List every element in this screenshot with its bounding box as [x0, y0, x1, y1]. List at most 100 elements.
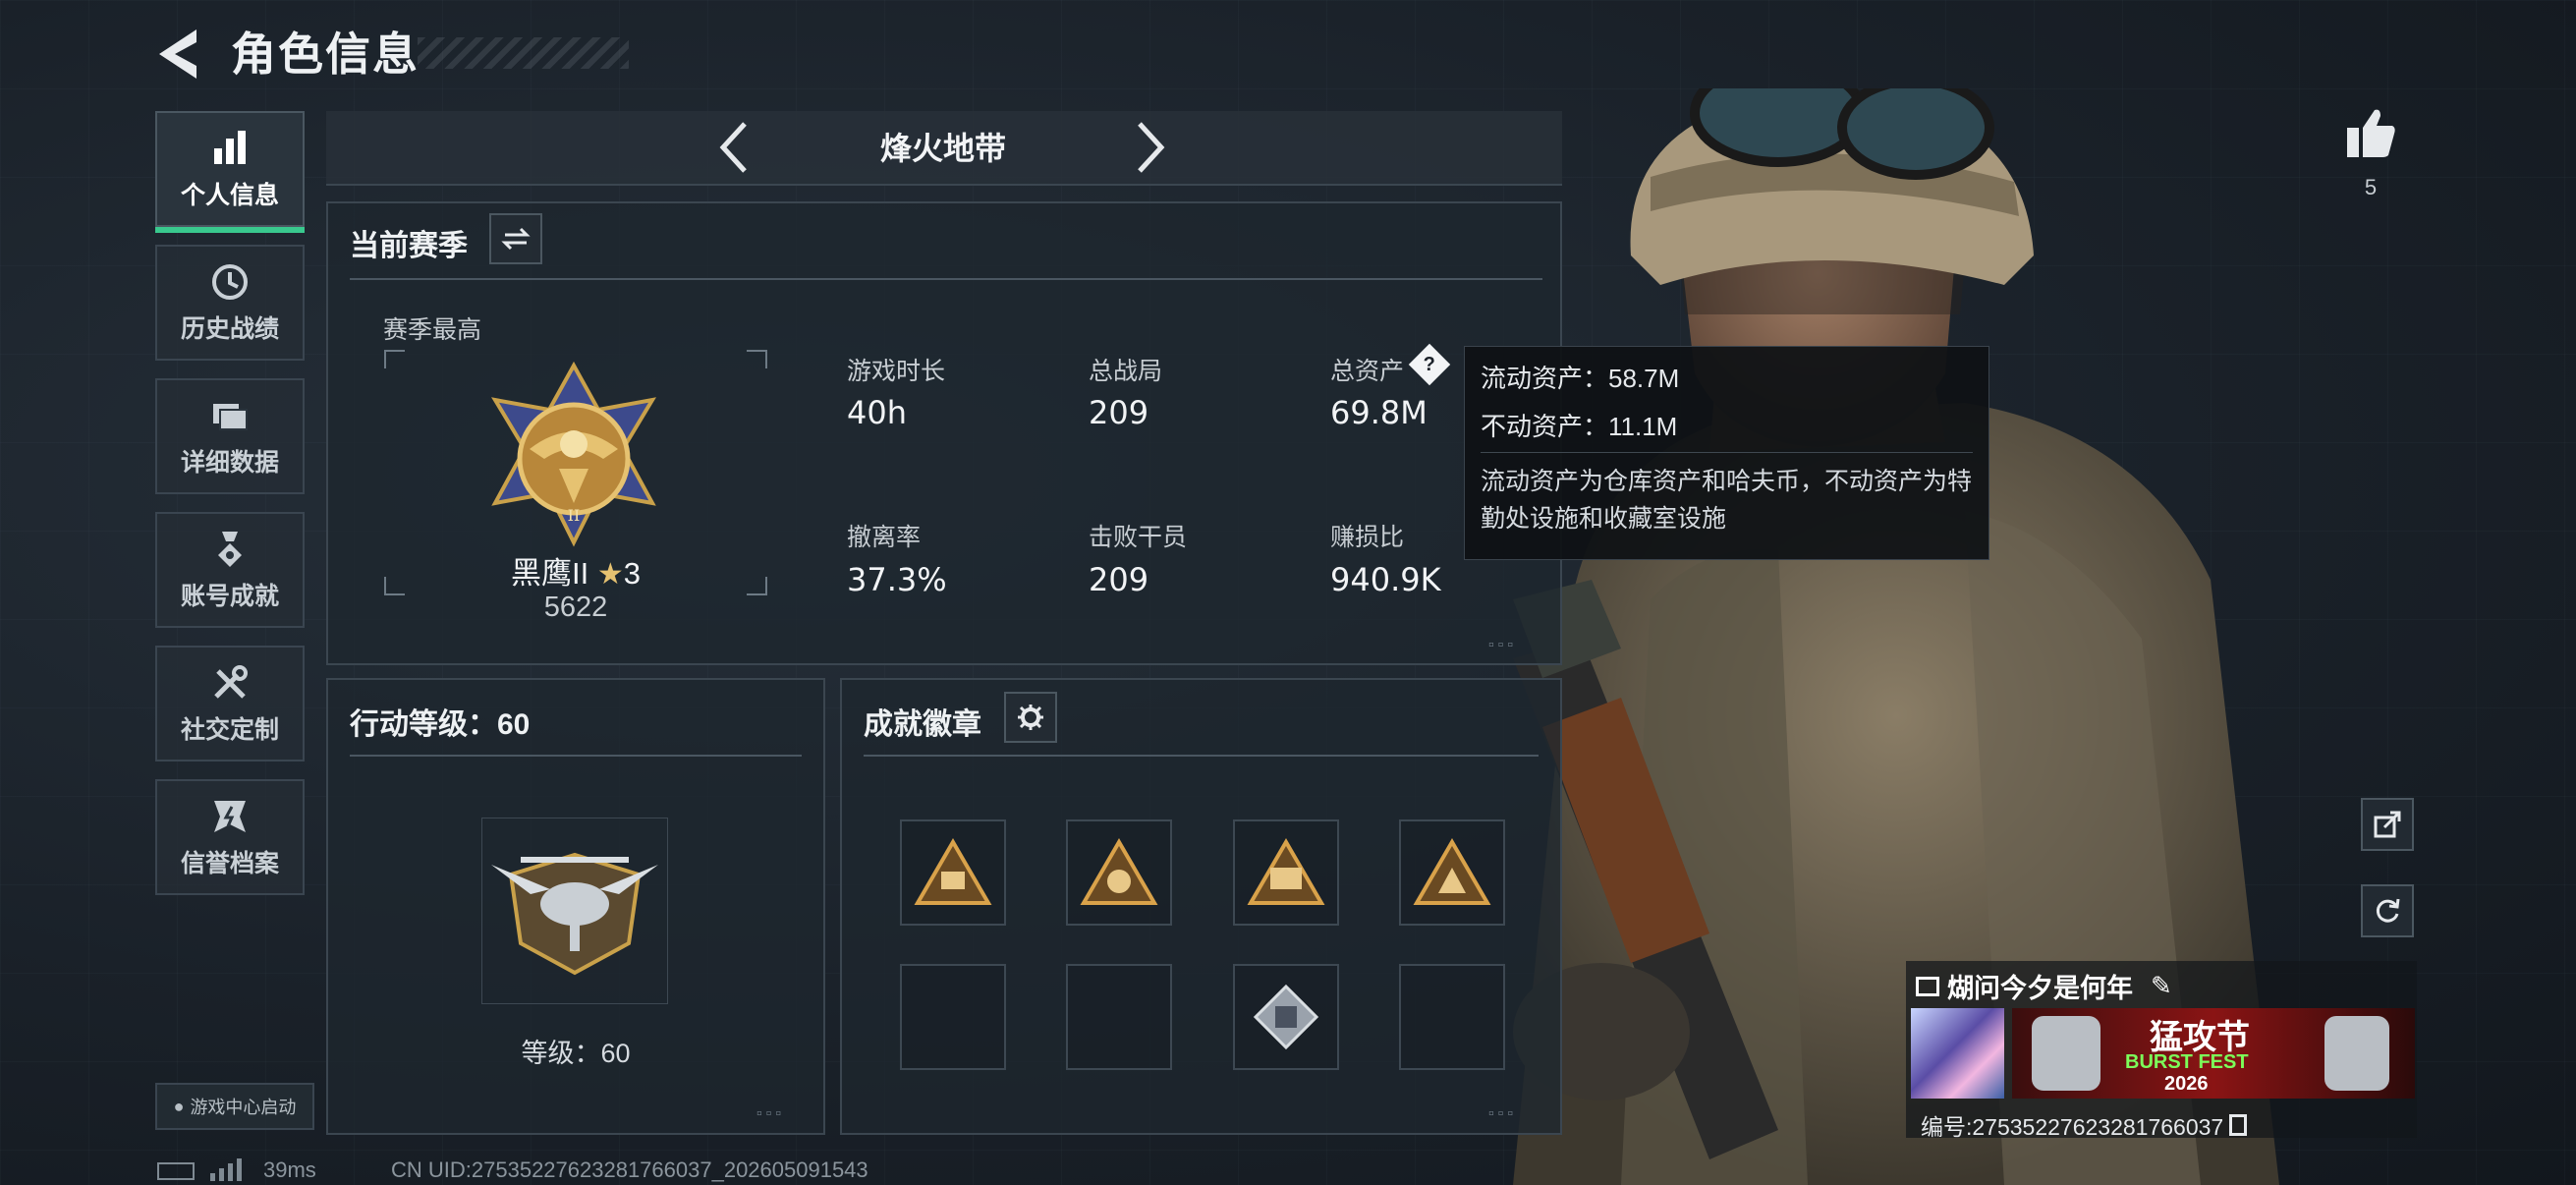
rank-name-row: 黑鹰II ★3	[383, 548, 768, 592]
event-banner[interactable]: 猛攻节 BURST FEST 2026	[2012, 1008, 2415, 1099]
qq-penguin-icon: ●	[173, 1096, 185, 1116]
achievements-divider	[864, 755, 1539, 757]
sidebar-item-label: 个人信息	[180, 182, 279, 209]
history-icon	[208, 260, 252, 304]
copy-icon[interactable]	[2229, 1114, 2248, 1136]
stat-label: 赚损比	[1330, 524, 1405, 551]
cn-uid: CN UID:2753522762328176603​7_20260509154…	[391, 1157, 868, 1182]
dog-tag-icon	[2032, 1016, 2100, 1091]
tooltip-liquid-assets: 流动资产：58.7M	[1481, 364, 1680, 393]
rank-medal-icon: II	[491, 361, 656, 547]
stat-value: 69.8M	[1330, 394, 1428, 431]
sidebar-item-achievements[interactable]: 账号成就	[155, 512, 305, 628]
achievement-badge-slot[interactable]	[900, 964, 1006, 1070]
level-label: 等级：60	[521, 1039, 631, 1068]
refresh-icon	[2376, 898, 2400, 923]
stat-value: 37.3%	[847, 561, 947, 598]
svg-text:II: II	[568, 506, 581, 525]
star-icon: ★	[596, 558, 624, 591]
triangle-badge-icon	[914, 838, 992, 905]
panel-corner-marks: ▫▫▫	[1488, 1105, 1518, 1122]
triangle-badge-icon	[1080, 838, 1158, 905]
mode-next-icon[interactable]	[1130, 120, 1169, 175]
sidebar-item-label: 详细数据	[180, 449, 279, 477]
page-title: 角色信息	[231, 28, 420, 80]
diamond-badge-icon	[1253, 984, 1319, 1050]
signal-icon	[210, 1157, 250, 1181]
gear-icon	[1018, 705, 1043, 730]
achievement-badge-slot[interactable]	[1399, 819, 1505, 926]
achievement-badge-slot[interactable]	[1066, 964, 1172, 1070]
sidebar-item-label: 信誉档案	[180, 850, 279, 877]
action-level-title: 行动等级：60	[350, 708, 531, 741]
asset-tooltip: 流动资产：58.7M 不动资产：11.1M 流动资产为仓库资产和哈夫币，不动资产…	[1464, 346, 1989, 560]
sidebar-item-history[interactable]: 历史战绩	[155, 245, 305, 361]
tooltip-divider	[1481, 452, 1973, 453]
stat-label: 总资产	[1330, 358, 1405, 385]
back-arrow-icon[interactable]	[147, 22, 216, 86]
swap-icon	[501, 227, 531, 251]
sidebar-item-label: 社交定制	[180, 716, 279, 744]
season-divider	[350, 278, 1542, 280]
rank-score: 5622	[543, 592, 608, 623]
tooltip-fixed-assets: 不动资产：11.1M	[1481, 412, 1678, 441]
sidebar-item-credit[interactable]: 信誉档案	[155, 779, 305, 895]
thumbs-up-icon[interactable]	[2343, 106, 2398, 161]
stat-label: 击败干员	[1089, 524, 1188, 551]
sidebar-item-profile[interactable]: 个人信息	[155, 111, 305, 233]
achievement-badge-slot[interactable]	[1233, 964, 1339, 1070]
bar-chart-icon	[208, 127, 252, 170]
medal-icon	[208, 528, 252, 571]
tooltip-note: 流动资产为仓库资产和哈夫币，不动资产为特勤处设施和收藏室设施	[1481, 468, 1973, 533]
player-name-row: 煳问今夕是何年 ✎	[1916, 967, 2172, 1005]
sidebar-item-label: 账号成就	[180, 583, 279, 610]
stat-label: 撤离率	[847, 524, 922, 551]
sidebar-item-details[interactable]: 详细数据	[155, 378, 305, 494]
banner-year: 2026	[2164, 1073, 2209, 1095]
player-id-row: 编号:2753522762328176603​7	[1921, 1108, 2248, 1142]
player-id: 编号:2753522762328176603​7	[1921, 1114, 2224, 1140]
achievements-title: 成就徽章	[864, 708, 981, 741]
sidebar-item-label: 历史战绩	[180, 315, 279, 343]
season-title: 当前赛季	[350, 230, 468, 262]
title-decoration	[418, 37, 629, 69]
likes-count: 5	[2364, 175, 2378, 199]
stat-value: 940.9K	[1330, 561, 1441, 598]
avatar[interactable]	[1911, 1008, 2004, 1099]
player-name: 煳问今夕是何年	[1947, 974, 2133, 1003]
credit-icon	[208, 795, 252, 838]
helicopter-emblem-icon	[491, 852, 658, 976]
mode-label: 烽火地带	[879, 131, 1006, 166]
rank-stars: 3	[623, 556, 641, 591]
achievement-badge-slot[interactable]	[1233, 819, 1339, 926]
stat-label: 总战局	[1089, 358, 1163, 385]
panel-corner-marks: ▫▫▫	[756, 1105, 786, 1122]
stat-value: 209	[1089, 394, 1149, 431]
stat-label: 游戏时长	[847, 358, 946, 385]
achievement-badge-slot[interactable]	[1399, 964, 1505, 1070]
share-button[interactable]	[2361, 798, 2414, 851]
stat-value: 40h	[847, 394, 907, 431]
tools-icon	[208, 661, 252, 705]
stat-value: 209	[1089, 561, 1149, 598]
folder-icon	[208, 394, 252, 437]
dog-tag-icon	[2324, 1016, 2389, 1091]
share-icon	[2374, 811, 2401, 838]
achievement-badge-slot[interactable]	[900, 819, 1006, 926]
panel-corner-marks: ▫▫▫	[1488, 637, 1518, 653]
launch-label: 游戏中心启动	[190, 1098, 297, 1117]
triangle-badge-icon	[1413, 838, 1491, 905]
id-badge-icon	[1916, 976, 1939, 996]
triangle-badge-icon	[1247, 838, 1325, 905]
game-center-launch-button[interactable]: ● 游戏中心启动	[155, 1083, 314, 1130]
season-best-label: 赛季最高	[383, 316, 482, 344]
season-switch-button[interactable]	[489, 213, 542, 264]
sidebar-item-social[interactable]: 社交定制	[155, 646, 305, 762]
banner-subtitle: BURST FEST	[2125, 1051, 2249, 1073]
battery-icon	[157, 1162, 195, 1180]
mode-prev-icon[interactable]	[715, 120, 755, 175]
edit-icon[interactable]: ✎	[2151, 971, 2172, 1001]
rotate-button[interactable]	[2361, 884, 2414, 937]
achievements-settings-button[interactable]	[1004, 692, 1057, 743]
achievement-badge-slot[interactable]	[1066, 819, 1172, 926]
